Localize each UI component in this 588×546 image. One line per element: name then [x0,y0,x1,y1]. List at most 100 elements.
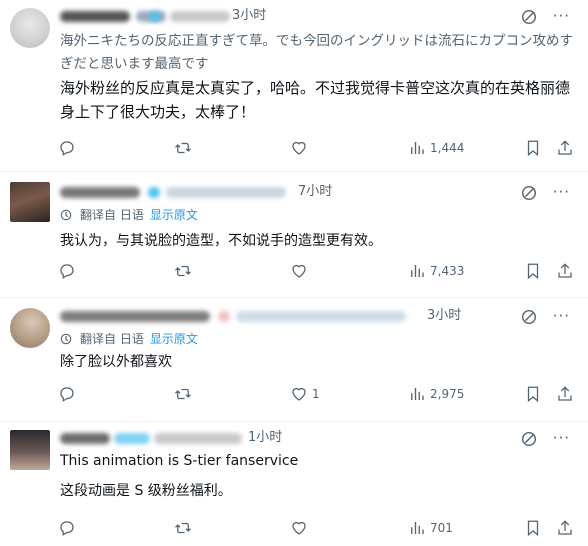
translation-notice: 翻译自 日语 显示原文 [60,331,198,347]
share-button[interactable] [556,384,574,404]
views-button[interactable]: 2,975 [408,384,464,404]
avatar[interactable] [10,430,50,470]
like-button[interactable] [290,138,308,158]
more-icon[interactable]: ··· [553,428,570,448]
action-bar: 1 2,975 [58,384,576,404]
tweet-text-translated: 海外粉丝的反应真是太真实了，哈哈。不过我觉得卡普空这次真的在英格丽德身上下了很大… [60,79,571,121]
retweet-icon [175,265,191,277]
bookmark-button[interactable] [524,384,542,404]
retweet-button[interactable] [174,384,192,404]
author-handle[interactable] [170,11,230,22]
translated-from-label: 翻译自 日语 [80,332,144,346]
views-button[interactable]: 1,444 [408,138,464,158]
tweet-header: 7小时 ··· [58,182,578,204]
like-button[interactable]: 1 [290,384,320,404]
more-icon[interactable]: ··· [553,182,570,202]
like-icon [292,521,306,535]
more-icon[interactable]: ··· [553,306,570,326]
tweet[interactable]: 7小时 ··· 翻译自 日语 显示原文 我认为，与其说脸的造型，不如说手的造型更有… [0,172,588,298]
share-icon [558,520,572,535]
bookmark-icon [527,520,539,537]
retweet-icon [175,142,191,154]
bookmark-button[interactable] [524,138,542,158]
retweet-icon [175,522,191,534]
grok-icon[interactable] [520,8,538,26]
tweet-text-original: 海外ニキたちの反応正直すぎて草。でも今回のイングリッドは流石にカプコン攻めすぎだ… [60,33,573,72]
views-count: 1,444 [430,141,465,155]
share-button[interactable] [556,518,574,538]
bookmark-button[interactable] [524,518,542,538]
timestamp[interactable]: 3小时 [232,6,266,26]
tweet-header: 3小时 ··· [58,6,578,28]
views-icon [411,142,424,154]
translation-notice: 翻译自 日语 显示原文 [60,207,198,223]
verified-icon [150,11,160,22]
grok-icon[interactable] [520,308,538,326]
timestamp[interactable]: 1小时 [248,428,282,448]
timestamp[interactable]: 7小时 [298,182,332,202]
verified-icon [218,311,230,322]
action-bar: 7,433 [58,261,576,281]
views-icon [411,265,424,277]
retweet-button[interactable] [174,518,192,538]
views-icon [411,522,424,534]
bookmark-icon [527,263,539,280]
action-bar: 1,444 [58,138,576,158]
retweet-icon [175,388,191,400]
tweet-text-translated: 这段动画是 S 级粉丝福利。 [60,483,232,499]
likes-count: 1 [312,387,320,401]
tweet-text: 我认为，与其说脸的造型，不如说手的造型更有效。 [60,233,382,249]
views-button[interactable]: 7,433 [408,261,464,281]
views-icon [411,388,424,400]
like-button[interactable] [290,518,308,538]
timestamp[interactable]: 3小时 [427,306,461,326]
bookmark-icon [527,386,539,403]
reply-button[interactable] [58,261,76,281]
views-count: 2,975 [430,387,465,401]
share-icon [558,263,572,278]
author-name[interactable] [60,433,110,444]
like-button[interactable] [290,261,308,281]
action-bar: 701 [58,518,576,538]
translate-icon [60,333,72,345]
bookmark-icon [527,140,539,157]
avatar[interactable] [10,8,50,48]
retweet-button[interactable] [174,261,192,281]
tweet-text: 除了脸以外都喜欢 [60,354,172,370]
views-count: 7,433 [430,264,465,278]
author-name[interactable] [60,311,210,322]
bookmark-button[interactable] [524,261,542,281]
author-name[interactable] [60,187,140,198]
reply-icon [60,521,74,536]
retweet-button[interactable] [174,138,192,158]
grok-icon[interactable] [520,184,538,202]
reply-icon [60,141,74,156]
show-original-link[interactable]: 显示原文 [150,208,198,222]
reply-button[interactable] [58,518,76,538]
show-original-link[interactable]: 显示原文 [150,332,198,346]
reply-button[interactable] [58,384,76,404]
tweet[interactable]: 1小时 ··· This animation is S-tier fanserv… [0,422,588,546]
verified-icon [148,187,160,198]
tweet-header: 1小时 ··· [58,428,578,450]
avatar[interactable] [10,308,50,348]
share-button[interactable] [556,261,574,281]
author-handle[interactable] [154,433,242,444]
translate-icon [60,209,72,221]
reply-button[interactable] [58,138,76,158]
author-handle[interactable] [166,187,286,198]
like-icon [292,264,306,278]
author-name[interactable] [60,11,130,22]
views-button[interactable]: 701 [408,518,453,538]
share-icon [558,140,572,155]
translated-from-label: 翻译自 日语 [80,208,144,222]
author-handle[interactable] [236,311,406,322]
share-button[interactable] [556,138,574,158]
avatar[interactable] [10,182,50,222]
more-icon[interactable]: ··· [553,6,570,26]
tweet[interactable]: 3小时 ··· 翻译自 日语 显示原文 除了脸以外都喜欢 1 2,975 [0,298,588,422]
tweet-header: 3小时 ··· [58,306,578,328]
tweet[interactable]: 3小时 ··· 海外ニキたちの反応正直すぎて草。でも今回のイングリッドは流石にカ… [0,0,588,172]
views-count: 701 [430,521,453,535]
grok-icon[interactable] [520,430,538,448]
